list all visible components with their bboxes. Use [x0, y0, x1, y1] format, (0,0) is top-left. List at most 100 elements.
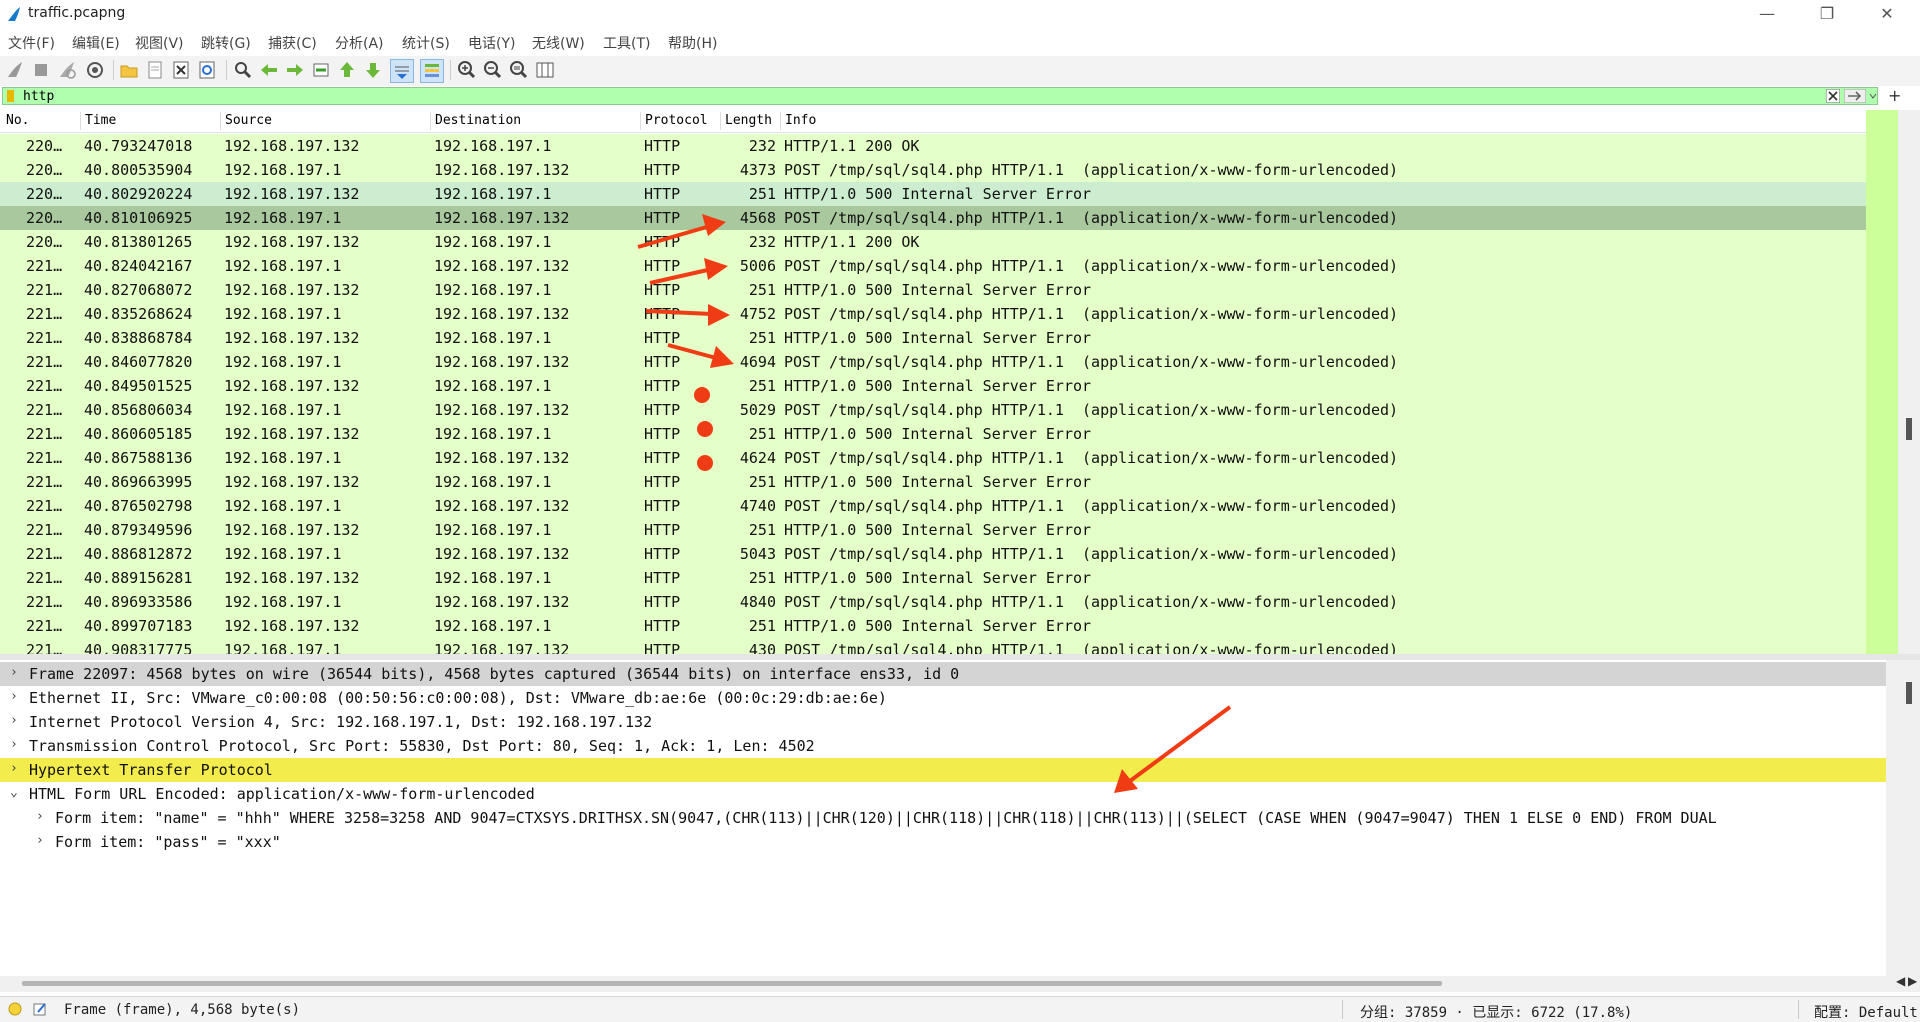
save-file-icon[interactable] — [144, 59, 166, 81]
detail-tree-item[interactable]: ⌄ HTML Form URL Encoded: application/x-ww… — [0, 782, 1886, 806]
col-protocol[interactable]: Protocol — [645, 113, 708, 128]
detail-tree-item[interactable]: › Form item: "name" = "hhh" WHERE 3258=32… — [0, 806, 1886, 830]
capture-options-icon[interactable] — [84, 59, 106, 81]
packet-row[interactable]: 221… 40.838868784 192.168.197.132 192.168.1… — [0, 326, 1866, 350]
add-filter-button-icon[interactable]: + — [1888, 86, 1901, 105]
cell-info: POST /tmp/sql/sql4.php HTTP/1.1 (applica… — [784, 593, 1399, 611]
packet-row[interactable]: 221… 40.835268624 192.168.197.1 192.168.197… — [0, 302, 1866, 326]
cell-no: 221… — [26, 425, 63, 443]
packet-row[interactable]: 221… 40.849501525 192.168.197.132 192.168.1… — [0, 374, 1866, 398]
expert-info-icon[interactable] — [8, 1002, 22, 1016]
col-length[interactable]: Length — [725, 113, 772, 128]
menu-telephony[interactable]: 电话(Y) — [468, 33, 515, 53]
collapsed-chevron-icon[interactable]: › — [36, 809, 44, 824]
packet-row[interactable]: 221… 40.827068072 192.168.197.132 192.168.1… — [0, 278, 1866, 302]
detail-tree-item[interactable]: › Hypertext Transfer Protocol — [0, 758, 1886, 782]
packet-row[interactable]: 221… 40.876502798 192.168.197.1 192.168.197… — [0, 494, 1866, 518]
detail-tree-item[interactable]: › Form item: "pass" = "xxx" — [0, 830, 1886, 854]
col-time[interactable]: Time — [85, 113, 116, 128]
normal-size-icon[interactable] — [508, 59, 530, 81]
packet-row[interactable]: 221… 40.896933586 192.168.197.1 192.168.197… — [0, 590, 1866, 614]
restore-button[interactable]: ❐ — [1804, 0, 1850, 28]
detail-tree-item[interactable]: › Internet Protocol Version 4, Src: 192.1… — [0, 710, 1886, 734]
start-capture-icon[interactable] — [4, 59, 26, 81]
cell-no: 221… — [26, 569, 63, 587]
cell-info: POST /tmp/sql/sql4.php HTTP/1.1 (applica… — [784, 257, 1399, 275]
stop-capture-icon[interactable] — [30, 59, 52, 81]
filter-dropdown-icon[interactable] — [1868, 90, 1878, 102]
restart-capture-icon[interactable] — [56, 59, 78, 81]
menu-capture[interactable]: 捕获(C) — [268, 33, 317, 53]
collapsed-chevron-icon[interactable]: › — [10, 665, 18, 680]
colorize-icon[interactable] — [420, 59, 444, 83]
clear-filter-icon[interactable] — [1826, 89, 1840, 103]
menu-statistics[interactable]: 统计(S) — [402, 33, 450, 53]
packet-row[interactable]: 221… 40.886812872 192.168.197.1 192.168.197… — [0, 542, 1866, 566]
col-no[interactable]: No. — [6, 113, 29, 128]
resize-columns-icon[interactable] — [534, 59, 556, 81]
menu-edit[interactable]: 编辑(E) — [72, 33, 120, 53]
packet-row[interactable]: 220… 40.793247018 192.168.197.132 192.168.1… — [0, 134, 1866, 158]
collapsed-chevron-icon[interactable]: › — [10, 737, 18, 752]
detail-tree-item[interactable]: › Frame 22097: 4568 bytes on wire (36544 … — [0, 662, 1886, 686]
apply-filter-icon[interactable] — [1844, 89, 1866, 103]
packet-row[interactable]: 220… 40.810106925 192.168.197.1 192.168.197… — [0, 206, 1866, 230]
menu-help[interactable]: 帮助(H) — [668, 33, 717, 53]
expanded-chevron-icon[interactable]: ⌄ — [10, 785, 18, 800]
packet-row[interactable]: 221… 40.824042167 192.168.197.1 192.168.197… — [0, 254, 1866, 278]
detail-tree-item[interactable]: › Ethernet II, Src: VMware_c0:00:08 (00:5… — [0, 686, 1886, 710]
packet-list-scrollbar[interactable] — [1866, 110, 1920, 654]
collapsed-chevron-icon[interactable]: › — [10, 689, 18, 704]
hscroll-thumb[interactable] — [22, 981, 1442, 986]
bookmark-icon[interactable] — [7, 90, 14, 102]
find-packet-icon[interactable] — [232, 59, 254, 81]
zoom-out-icon[interactable] — [482, 59, 504, 81]
open-file-icon[interactable] — [118, 59, 140, 81]
packet-row[interactable]: 220… 40.800535904 192.168.197.1 192.168.197… — [0, 158, 1866, 182]
packet-row[interactable]: 221… 40.908317775 192.168.197.1 192.168.197… — [0, 638, 1866, 654]
scroll-left-icon[interactable]: ◀ — [1896, 974, 1905, 988]
menu-go[interactable]: 跳转(G) — [201, 33, 251, 53]
zoom-in-icon[interactable] — [456, 59, 478, 81]
go-back-icon[interactable] — [258, 59, 280, 81]
detail-tree-item[interactable]: › Transmission Control Protocol, Src Port… — [0, 734, 1886, 758]
details-horizontal-scrollbar[interactable]: ◀ ▶ — [0, 974, 1920, 992]
menu-tools[interactable]: 工具(T) — [603, 33, 650, 53]
packet-row[interactable]: 220… 40.813801265 192.168.197.132 192.168.1… — [0, 230, 1866, 254]
scroll-right-icon[interactable]: ▶ — [1908, 974, 1917, 988]
packet-row[interactable]: 221… 40.899707183 192.168.197.132 192.168.1… — [0, 614, 1866, 638]
packet-row[interactable]: 220… 40.802920224 192.168.197.132 192.168.1… — [0, 182, 1866, 206]
col-source[interactable]: Source — [225, 113, 272, 128]
packet-row[interactable]: 221… 40.856806034 192.168.197.1 192.168.197… — [0, 398, 1866, 422]
edit-comment-icon[interactable] — [32, 1001, 48, 1017]
collapsed-chevron-icon[interactable]: › — [36, 833, 44, 848]
status-profile[interactable]: 配置: Default — [1814, 1002, 1918, 1022]
scrollbar-thumb[interactable] — [1906, 418, 1912, 440]
col-destination[interactable]: Destination — [435, 113, 521, 128]
minimize-button[interactable]: — — [1744, 0, 1790, 28]
go-forward-icon[interactable] — [284, 59, 306, 81]
last-packet-icon[interactable] — [362, 59, 384, 81]
menu-view[interactable]: 视图(V) — [135, 33, 184, 53]
reload-file-icon[interactable] — [196, 59, 218, 81]
packet-row[interactable]: 221… 40.860605185 192.168.197.132 192.168.1… — [0, 422, 1866, 446]
menu-file[interactable]: 文件(F) — [8, 33, 55, 53]
col-info[interactable]: Info — [785, 113, 816, 128]
close-file-icon[interactable] — [170, 59, 192, 81]
menu-wireless[interactable]: 无线(W) — [532, 33, 585, 53]
packet-row[interactable]: 221… 40.879349596 192.168.197.132 192.168.1… — [0, 518, 1866, 542]
menu-analyze[interactable]: 分析(A) — [335, 33, 384, 53]
packet-row[interactable]: 221… 40.889156281 192.168.197.132 192.168.1… — [0, 566, 1866, 590]
packet-row[interactable]: 221… 40.867588136 192.168.197.1 192.168.197… — [0, 446, 1866, 470]
autoscroll-icon[interactable] — [390, 59, 414, 83]
packet-row[interactable]: 221… 40.869663995 192.168.197.132 192.168.1… — [0, 470, 1866, 494]
display-filter-input[interactable]: http — [2, 87, 1878, 105]
first-packet-icon[interactable] — [336, 59, 358, 81]
go-to-packet-icon[interactable] — [310, 59, 332, 81]
packet-row[interactable]: 221… 40.846077820 192.168.197.1 192.168.197… — [0, 350, 1866, 374]
collapsed-chevron-icon[interactable]: › — [10, 761, 18, 776]
collapsed-chevron-icon[interactable]: › — [10, 713, 18, 728]
details-scrollbar-thumb[interactable] — [1906, 682, 1912, 704]
close-button[interactable]: ✕ — [1864, 0, 1910, 28]
details-scrollbar[interactable] — [1886, 660, 1920, 976]
